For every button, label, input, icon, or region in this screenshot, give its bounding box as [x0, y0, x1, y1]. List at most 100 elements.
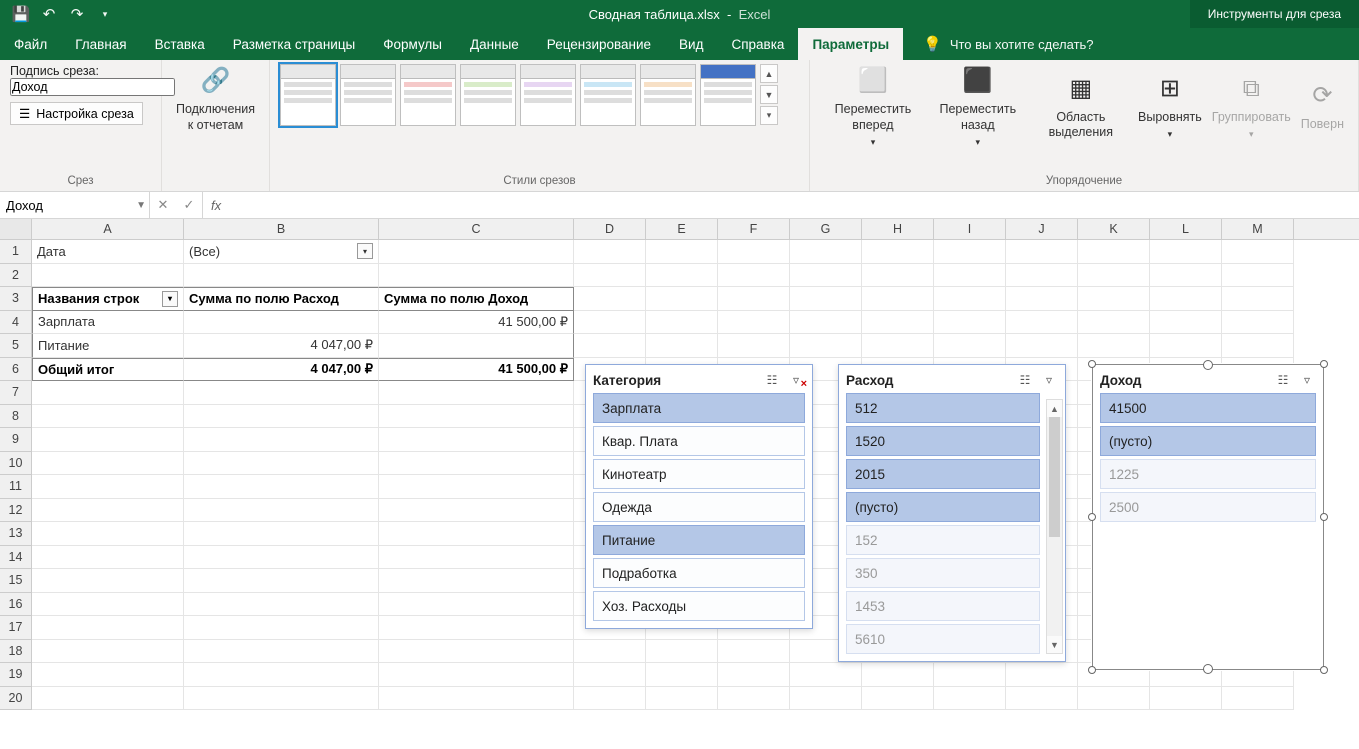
cell[interactable] — [32, 569, 184, 593]
cell[interactable] — [379, 640, 574, 664]
cell[interactable] — [1006, 264, 1078, 288]
selection-pane-button[interactable]: ▦Область выделения — [1030, 64, 1132, 149]
cell[interactable] — [379, 499, 574, 523]
slicer-income[interactable]: Доход ☷ ▿ 41500(пусто)12252500 — [1092, 364, 1324, 670]
cell[interactable] — [718, 640, 790, 664]
row-labels-dropdown-icon[interactable]: ▾ — [162, 291, 178, 307]
confirm-icon[interactable]: ✓ — [176, 197, 202, 213]
cell[interactable] — [646, 640, 718, 664]
slicer-item[interactable]: 1225 — [1100, 459, 1316, 489]
cell[interactable] — [1006, 287, 1078, 311]
slicer-item[interactable]: Питание — [593, 525, 805, 555]
column-header[interactable]: B — [184, 219, 379, 239]
tab-formulas[interactable]: Формулы — [369, 28, 456, 60]
tab-insert[interactable]: Вставка — [141, 28, 219, 60]
scroll-up-icon[interactable]: ▲ — [1047, 400, 1062, 417]
cell[interactable] — [379, 616, 574, 640]
tell-me[interactable]: 💡 Что вы хотите сделать? — [903, 28, 1093, 60]
slicer-expense[interactable]: Расход ☷ ▿ 51215202015(пусто)15235014535… — [838, 364, 1066, 662]
style-thumb[interactable] — [400, 64, 456, 126]
slicer-styles-gallery[interactable]: ▲ ▼ ▾ — [280, 64, 799, 126]
slicer-item[interactable]: 41500 — [1100, 393, 1316, 423]
clear-filter-icon[interactable]: ▿ — [1040, 372, 1058, 388]
cell[interactable] — [1150, 287, 1222, 311]
slicer-item[interactable]: 2015 — [846, 459, 1040, 489]
row-header[interactable]: 12 — [0, 499, 32, 523]
cell[interactable] — [1078, 264, 1150, 288]
cell[interactable] — [790, 334, 862, 358]
cell[interactable]: Дата — [32, 240, 184, 264]
column-header[interactable]: D — [574, 219, 646, 239]
column-header[interactable]: H — [862, 219, 934, 239]
scroll-down-icon[interactable]: ▼ — [1047, 636, 1062, 653]
gallery-up-icon[interactable]: ▲ — [760, 64, 778, 83]
row-header[interactable]: 17 — [0, 616, 32, 640]
cell[interactable] — [574, 687, 646, 711]
cell[interactable] — [574, 287, 646, 311]
cell[interactable]: 4 047,00 ₽ — [184, 358, 379, 382]
cell[interactable] — [184, 475, 379, 499]
slicer-item[interactable]: (пусто) — [1100, 426, 1316, 456]
cell[interactable] — [379, 452, 574, 476]
cell[interactable] — [184, 381, 379, 405]
slicer-item[interactable]: Одежда — [593, 492, 805, 522]
slicer-category[interactable]: Категория ☷ ▿ ЗарплатаКвар. ПлатаКинотеа… — [585, 364, 813, 629]
slicer-item[interactable]: 512 — [846, 393, 1040, 423]
cell[interactable] — [1222, 240, 1294, 264]
cell[interactable] — [184, 593, 379, 617]
multiselect-icon[interactable]: ☷ — [763, 372, 781, 388]
cell[interactable] — [32, 687, 184, 711]
cell[interactable] — [379, 428, 574, 452]
column-header[interactable]: F — [718, 219, 790, 239]
slicer-item[interactable]: 2500 — [1100, 492, 1316, 522]
cell[interactable] — [574, 240, 646, 264]
slicer-item[interactable]: 5610 — [846, 624, 1040, 654]
cell[interactable] — [862, 311, 934, 335]
cell[interactable] — [1078, 687, 1150, 711]
cell[interactable] — [574, 264, 646, 288]
cell[interactable] — [32, 475, 184, 499]
cell[interactable] — [790, 240, 862, 264]
tab-help[interactable]: Справка — [717, 28, 798, 60]
cell[interactable] — [646, 311, 718, 335]
row-header[interactable]: 3 — [0, 287, 32, 311]
column-header[interactable]: I — [934, 219, 1006, 239]
row-header[interactable]: 4 — [0, 311, 32, 335]
cell[interactable] — [32, 640, 184, 664]
column-header[interactable]: K — [1078, 219, 1150, 239]
row-header[interactable]: 10 — [0, 452, 32, 476]
tab-review[interactable]: Рецензирование — [533, 28, 665, 60]
cell[interactable] — [32, 546, 184, 570]
cell[interactable] — [184, 264, 379, 288]
cell[interactable] — [184, 616, 379, 640]
cell[interactable] — [934, 311, 1006, 335]
slicer-item[interactable]: Квар. Плата — [593, 426, 805, 456]
cell[interactable] — [32, 381, 184, 405]
cell[interactable] — [718, 240, 790, 264]
multiselect-icon[interactable]: ☷ — [1016, 372, 1034, 388]
column-header[interactable]: L — [1150, 219, 1222, 239]
cell[interactable] — [1150, 334, 1222, 358]
cell[interactable] — [379, 546, 574, 570]
cell[interactable] — [32, 405, 184, 429]
row-header[interactable]: 2 — [0, 264, 32, 288]
cell[interactable] — [184, 452, 379, 476]
cell[interactable] — [32, 616, 184, 640]
cancel-icon[interactable]: ✕ — [150, 197, 176, 213]
cell[interactable] — [646, 287, 718, 311]
cell[interactable] — [1006, 334, 1078, 358]
slicer-item[interactable]: Зарплата — [593, 393, 805, 423]
cell[interactable] — [646, 687, 718, 711]
report-connections-button[interactable]: 🔗 Подключения к отчетам — [172, 64, 259, 133]
cell[interactable] — [1222, 264, 1294, 288]
cell[interactable]: Названия строк▾ — [32, 287, 184, 311]
cell[interactable]: Сумма по полю Расход — [184, 287, 379, 311]
column-header[interactable]: M — [1222, 219, 1294, 239]
cell[interactable] — [1150, 311, 1222, 335]
row-header[interactable]: 5 — [0, 334, 32, 358]
column-header[interactable]: A — [32, 219, 184, 239]
cell[interactable]: Общий итог — [32, 358, 184, 382]
cell[interactable] — [184, 405, 379, 429]
slicer-item[interactable]: 350 — [846, 558, 1040, 588]
cell[interactable] — [184, 569, 379, 593]
